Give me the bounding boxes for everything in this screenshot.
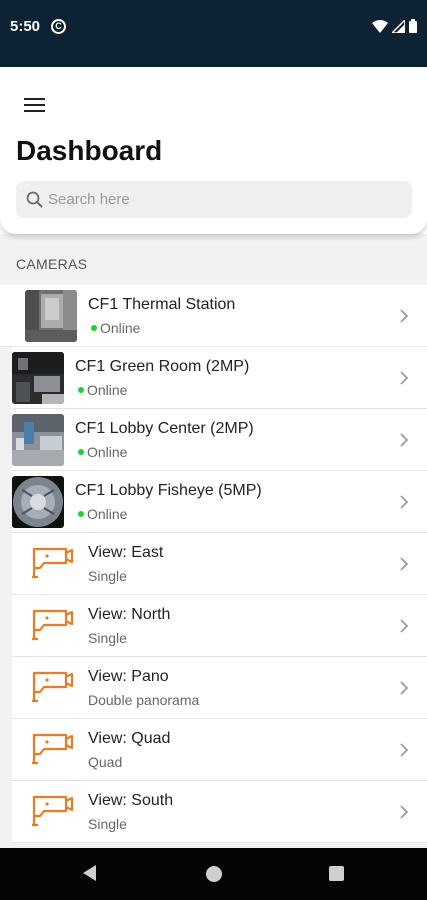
camera-row[interactable]: CF1 Thermal Station Online [0,285,427,347]
online-status-dot [78,449,84,455]
back-icon[interactable] [83,865,97,881]
view-layout: Double panorama [88,692,200,708]
camera-thumbnail [12,352,64,404]
view-row[interactable]: View: East Single [12,533,427,595]
status-bar: 5:50 C [0,0,427,67]
camera-list: CAMERAS CF1 Thermal Station Online CF1 G… [0,234,427,848]
camera-name: CF1 Green Room (2MP) [75,358,250,375]
camera-status-label: Online [100,320,141,336]
chevron-right-icon [400,805,409,819]
camera-status-label: Online [87,506,128,522]
camera-thumbnail [12,476,64,528]
camera-status: Online [78,506,127,522]
camera-row[interactable]: CF1 Lobby Center (2MP) Online [12,409,427,471]
view-name: View: South [88,792,174,809]
view-name: View: Pano [88,668,169,685]
chevron-right-icon [400,495,409,509]
signal-icon [392,19,405,33]
page-title: Dashboard [16,135,163,166]
view-layout: Quad [88,754,123,770]
view-layout: Single [88,630,127,646]
search-box[interactable] [16,181,412,218]
camera-thumbnail [12,414,64,466]
camera-status: Online [78,444,127,460]
camera-status-label: Online [87,444,128,460]
system-navigation-bar [0,848,427,900]
view-layout: Single [88,816,127,832]
view-row[interactable]: View: South Single [12,781,427,843]
app-notification-icon: C [51,19,66,34]
view-row[interactable]: View: North Single [12,595,427,657]
status-indicators [372,19,417,33]
search-icon [26,191,43,208]
status-time: 5:50 [10,18,41,35]
camera-name: CF1 Lobby Center (2MP) [75,420,254,437]
chevron-right-icon [400,557,409,571]
battery-icon [409,19,417,33]
online-status-dot [78,511,84,517]
header-card: Dashboard [0,67,427,234]
online-status-dot [91,325,97,331]
camera-status: Online [91,320,140,336]
camera-status-label: Online [87,382,128,398]
view-name: View: Quad [88,730,171,747]
menu-icon[interactable] [24,98,45,114]
chevron-right-icon [400,433,409,447]
list-rows: CF1 Thermal Station Online CF1 Green Roo… [0,285,427,843]
security-camera-icon [32,609,74,641]
view-name: View: North [88,606,171,623]
online-status-dot [78,387,84,393]
view-name: View: East [88,544,164,561]
view-row[interactable]: View: Quad Quad [12,719,427,781]
camera-name: CF1 Thermal Station [88,296,236,313]
camera-status: Online [78,382,127,398]
search-input[interactable] [48,191,388,208]
security-camera-icon [32,733,74,765]
chevron-right-icon [400,681,409,695]
camera-row[interactable]: CF1 Lobby Fisheye (5MP) Online [12,471,427,533]
chevron-right-icon [400,619,409,633]
camera-thumbnail [25,290,77,342]
chevron-right-icon [400,309,409,323]
camera-row[interactable]: CF1 Green Room (2MP) Online [12,347,427,409]
chevron-right-icon [400,743,409,757]
security-camera-icon [32,795,74,827]
security-camera-icon [32,671,74,703]
section-header-cameras: CAMERAS [16,256,88,272]
wifi-icon [372,19,388,33]
camera-name: CF1 Lobby Fisheye (5MP) [75,482,262,499]
security-camera-icon [32,547,74,579]
recents-icon[interactable] [329,866,344,881]
chevron-right-icon [400,371,409,385]
view-row[interactable]: View: Pano Double panorama [12,657,427,719]
home-icon[interactable] [206,866,222,882]
view-layout: Single [88,568,127,584]
